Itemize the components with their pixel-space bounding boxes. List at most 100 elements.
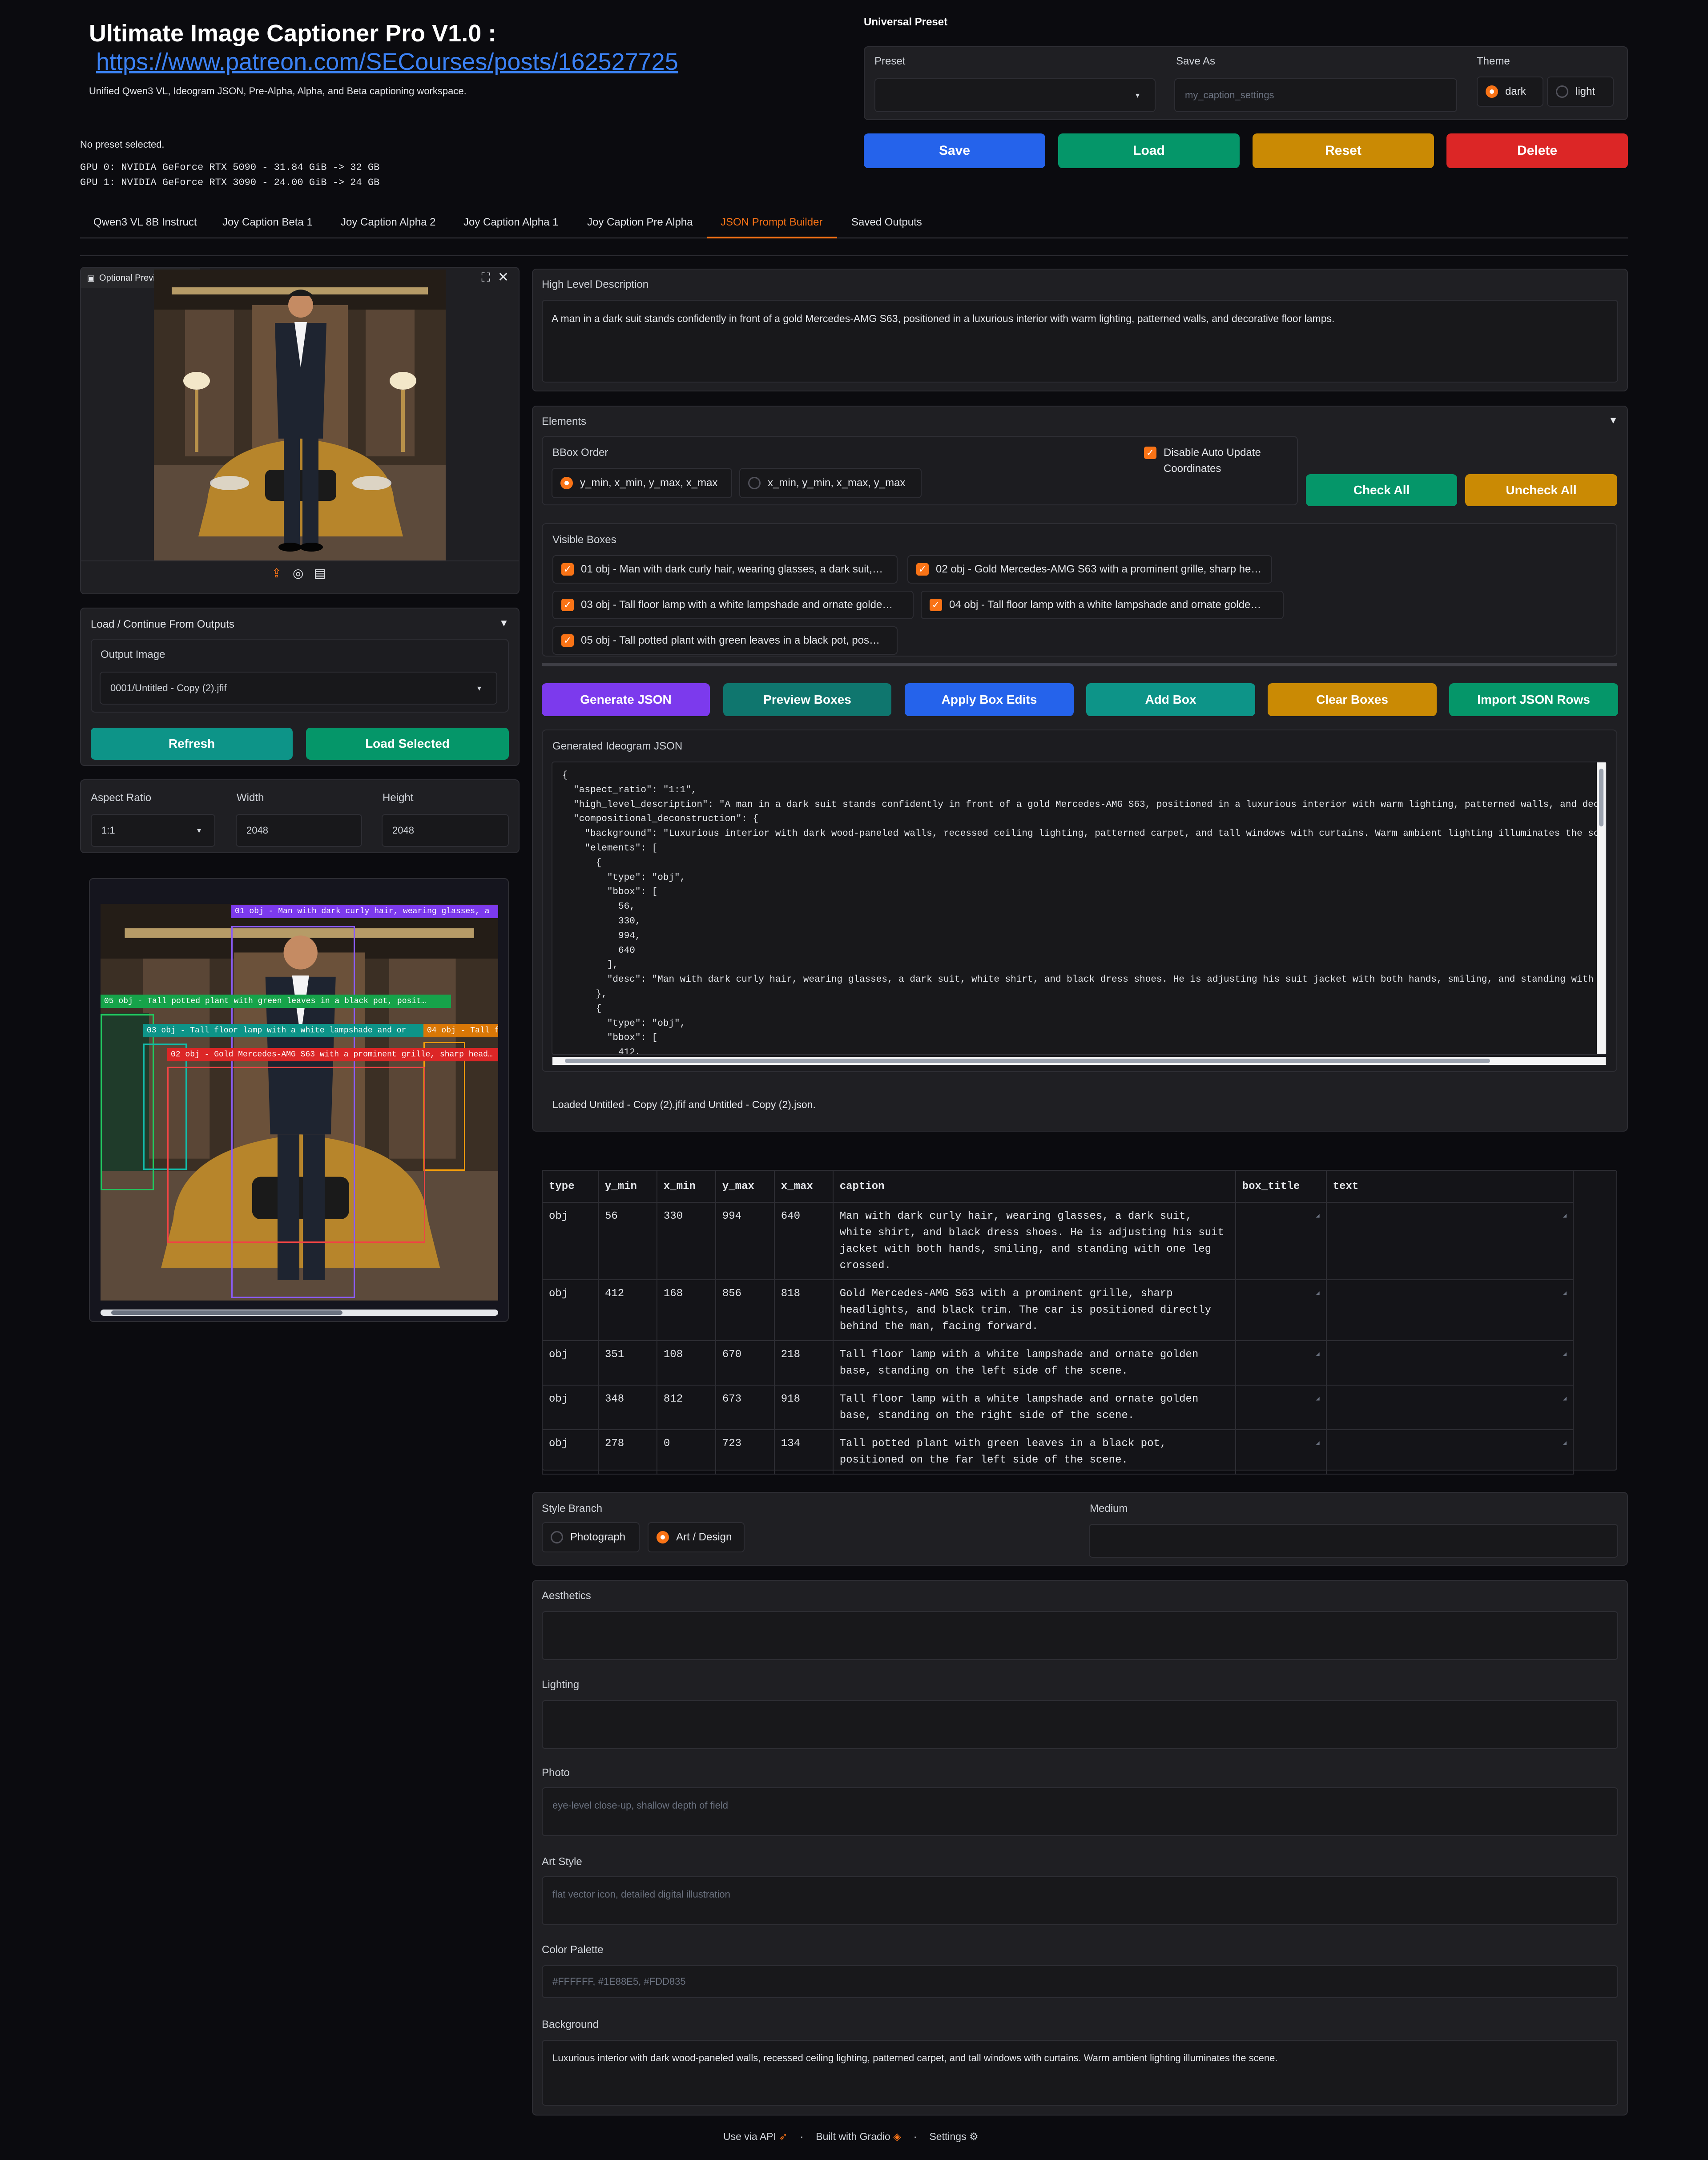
cell-x-min[interactable]: 0 <box>656 1429 716 1475</box>
cell-x-max[interactable]: 918 <box>773 1385 834 1430</box>
cell-box-title[interactable]: ◢ <box>1235 1385 1327 1430</box>
photo-input[interactable]: eye-level close-up, shallow depth of fie… <box>542 1787 1618 1836</box>
save-as-input[interactable]: my_caption_settings <box>1174 78 1457 112</box>
height-input[interactable]: 2048 <box>382 814 509 847</box>
json-code-area[interactable]: { "aspect_ratio": "1:1", "high_level_des… <box>552 762 1607 1055</box>
cell-y-max[interactable]: 670 <box>715 1340 775 1386</box>
visible-box-01[interactable]: ✓ 01 obj - Man with dark curly hair, wear… <box>552 555 898 584</box>
cell-y-min[interactable]: 351 <box>597 1340 657 1386</box>
art-style-input[interactable]: flat vector icon, detailed digital illus… <box>542 1876 1618 1925</box>
tab-saved-outputs[interactable]: Saved Outputs <box>851 216 922 229</box>
collapse-icon[interactable]: ▼ <box>1608 415 1618 426</box>
medium-input[interactable] <box>1089 1524 1618 1558</box>
cell-type[interactable]: obj <box>542 1385 599 1430</box>
resize-handle-icon[interactable]: ◢ <box>1563 1391 1567 1407</box>
tab-joy-pre-alpha[interactable]: Joy Caption Pre Alpha <box>587 216 693 229</box>
cell-y-max[interactable]: 994 <box>715 1202 775 1280</box>
width-input[interactable]: 2048 <box>236 814 362 847</box>
check-all-button[interactable]: Check All <box>1306 474 1457 506</box>
cell-x-min[interactable]: 108 <box>656 1340 716 1386</box>
save-button[interactable]: Save <box>864 133 1045 168</box>
background-input[interactable]: Luxurious interior with dark wood-panele… <box>542 2040 1618 2106</box>
aspect-ratio-dropdown[interactable]: 1:1 ▾ <box>91 814 215 847</box>
resize-handle-icon[interactable]: ◢ <box>1563 1346 1567 1363</box>
settings-link[interactable]: Settings ⚙ <box>929 2131 978 2143</box>
load-button[interactable]: Load <box>1058 133 1240 168</box>
table-row[interactable]: obj 412 168 856 818 Gold Mercedes-AMG S63 wit… <box>542 1279 1574 1341</box>
cell-y-min[interactable]: 56 <box>597 1202 657 1280</box>
aesthetics-input[interactable] <box>542 1611 1618 1660</box>
cell-caption[interactable]: Tall potted plant with green leaves in a… <box>832 1429 1236 1475</box>
resize-handle-icon[interactable]: ◢ <box>1563 1435 1567 1452</box>
load-selected-button[interactable]: Load Selected <box>306 728 509 760</box>
cell-type[interactable]: obj <box>542 1429 599 1475</box>
tab-qwen3[interactable]: Qwen3 VL 8B Instruct <box>93 216 197 229</box>
collapse-icon[interactable]: ▼ <box>499 617 509 629</box>
patreon-link[interactable]: https://www.patreon.com/SECourses/posts/… <box>96 48 678 76</box>
scrollbar-thumb[interactable] <box>1599 769 1603 826</box>
cell-x-max[interactable]: 218 <box>773 1340 834 1386</box>
preset-dropdown[interactable]: ▾ <box>874 78 1156 112</box>
elements-label[interactable]: Elements <box>542 415 586 428</box>
cell-box-title[interactable]: ◢ <box>1235 1279 1327 1341</box>
bbox-01[interactable] <box>231 926 355 1298</box>
use-via-api-link[interactable]: Use via API ➶ <box>723 2131 788 2143</box>
table-row[interactable]: obj 351 108 670 218 Tall floor lamp with a wh… <box>542 1340 1574 1386</box>
resize-handle-icon[interactable]: ◢ <box>1563 1286 1567 1302</box>
cell-box-title[interactable]: ◢ <box>1235 1429 1327 1475</box>
fullscreen-icon[interactable]: ⛶ <box>481 270 490 285</box>
cell-caption[interactable]: Tall floor lamp with a white lampshade a… <box>832 1340 1236 1386</box>
resize-handle-icon[interactable]: ◢ <box>1316 1208 1319 1225</box>
cell-type[interactable]: obj <box>542 1279 599 1341</box>
cell-y-min[interactable]: 412 <box>597 1279 657 1341</box>
scrollbar-thumb[interactable] <box>111 1310 342 1315</box>
tab-json-prompt-builder[interactable]: JSON Prompt Builder <box>721 216 822 229</box>
add-box-button[interactable]: Add Box <box>1086 683 1255 716</box>
cell-text[interactable]: ◢ <box>1325 1279 1574 1341</box>
lighting-input[interactable] <box>542 1700 1618 1749</box>
visible-box-05[interactable]: ✓ 05 obj - Tall potted plant with green l… <box>552 626 898 655</box>
checkbox-02[interactable]: ✓ <box>916 563 929 576</box>
disable-auto-update[interactable]: ✓ Disable Auto Update Coordinates <box>1144 445 1291 477</box>
table-row[interactable]: obj 56 330 994 640 Man with dark curly hair, … <box>542 1202 1574 1280</box>
cell-x-min[interactable]: 168 <box>656 1279 716 1341</box>
cell-x-min[interactable]: 812 <box>656 1385 716 1430</box>
cell-x-max[interactable]: 134 <box>773 1429 834 1475</box>
upload-icon[interactable]: ⇪ <box>271 566 282 580</box>
cell-y-min[interactable]: 348 <box>597 1385 657 1430</box>
cell-box-title[interactable]: ◢ <box>1235 1202 1327 1280</box>
cell-y-max[interactable]: 673 <box>715 1385 775 1430</box>
bbox-order-option-yx[interactable]: y_min, x_min, y_max, x_max <box>552 468 732 498</box>
checkbox-04[interactable]: ✓ <box>930 599 942 611</box>
table-row[interactable]: obj 348 812 673 918 Tall floor lamp with a wh… <box>542 1385 1574 1430</box>
built-with-gradio-link[interactable]: Built with Gradio ◈ <box>816 2131 901 2143</box>
checkbox-03[interactable]: ✓ <box>561 599 574 611</box>
theme-option-dark[interactable]: dark <box>1477 77 1543 107</box>
cell-caption[interactable]: Gold Mercedes-AMG S63 with a prominent g… <box>832 1279 1236 1341</box>
visible-box-02[interactable]: ✓ 02 obj - Gold Mercedes-AMG S63 with a p… <box>907 555 1272 584</box>
preview-boxes-button[interactable]: Preview Boxes <box>723 683 891 716</box>
cell-y-max[interactable]: 856 <box>715 1279 775 1341</box>
visible-box-04[interactable]: ✓ 04 obj - Tall floor lamp with a white l… <box>921 591 1284 619</box>
cell-caption[interactable]: Man with dark curly hair, wearing glasse… <box>832 1202 1236 1280</box>
cell-text[interactable]: ◢ <box>1325 1429 1574 1475</box>
cell-type[interactable]: obj <box>542 1202 599 1280</box>
cell-box-title[interactable]: ◢ <box>1235 1340 1327 1386</box>
bbox-order-option-xy[interactable]: x_min, y_min, x_max, y_max <box>739 468 922 498</box>
checkbox-disable-auto[interactable]: ✓ <box>1144 447 1156 459</box>
resize-handle-icon[interactable]: ◢ <box>1316 1346 1319 1363</box>
style-option-art-design[interactable]: Art / Design <box>648 1522 745 1552</box>
cell-y-max[interactable]: 723 <box>715 1429 775 1475</box>
close-icon[interactable]: ✕ <box>498 270 509 285</box>
resize-handle-icon[interactable]: ◢ <box>1316 1286 1319 1302</box>
generate-json-button[interactable]: Generate JSON <box>542 683 710 716</box>
hld-textarea[interactable]: A man in a dark suit stands confidently … <box>542 300 1618 383</box>
tab-joy-alpha-1[interactable]: Joy Caption Alpha 1 <box>463 216 558 229</box>
cell-text[interactable]: ◢ <box>1325 1202 1574 1280</box>
load-section-label[interactable]: Load / Continue From Outputs <box>91 618 234 631</box>
import-json-rows-button[interactable]: Import JSON Rows <box>1449 683 1618 716</box>
horizontal-scrollbar[interactable] <box>101 1310 498 1316</box>
uncheck-all-button[interactable]: Uncheck All <box>1465 474 1617 506</box>
cell-text[interactable]: ◢ <box>1325 1340 1574 1386</box>
checkbox-01[interactable]: ✓ <box>561 563 574 576</box>
